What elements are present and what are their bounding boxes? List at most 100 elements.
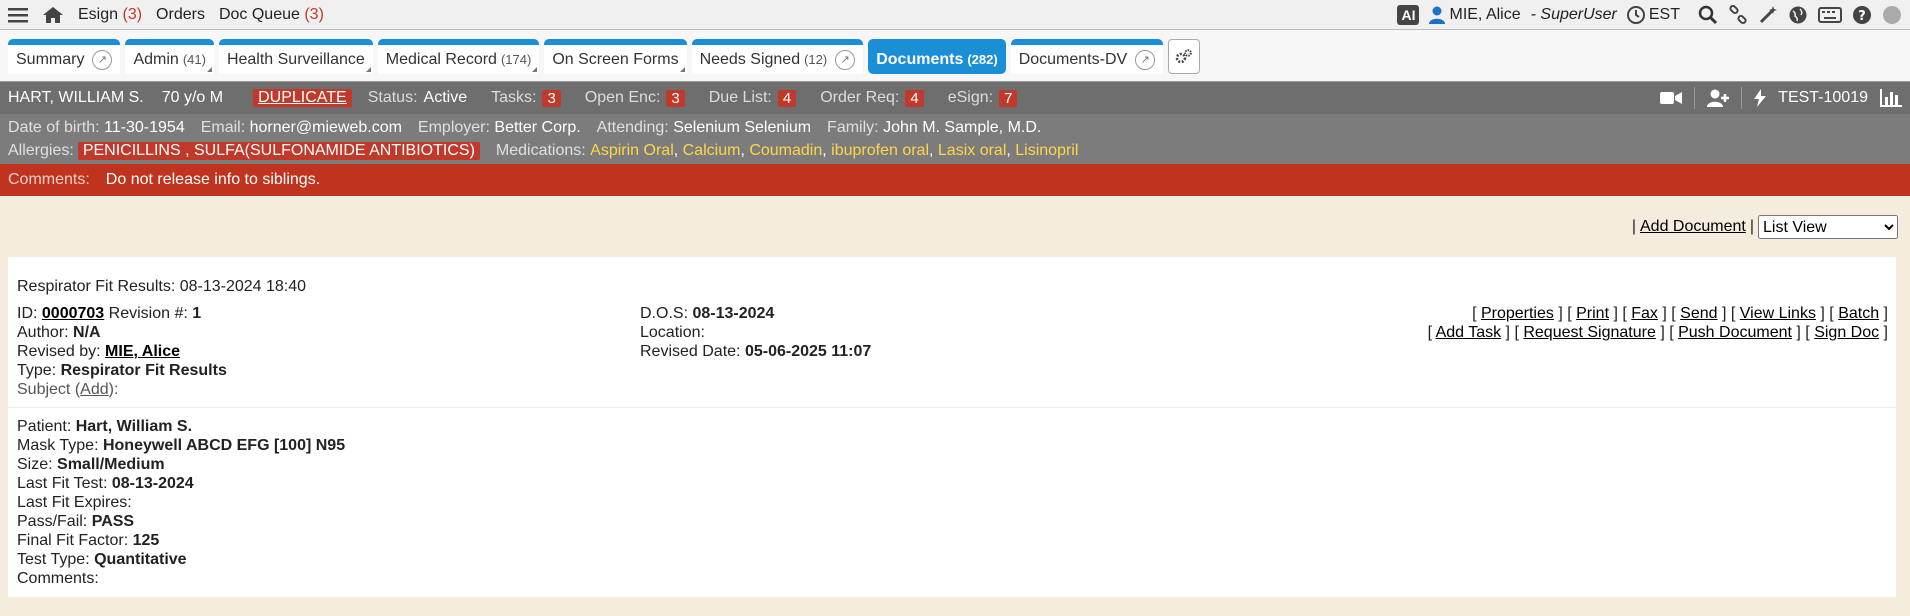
- revised-by-label: Revised by:: [17, 343, 101, 360]
- tab-admin[interactable]: Admin (41): [125, 39, 214, 74]
- email-value[interactable]: horner@mieweb.com: [250, 119, 402, 137]
- fax-link[interactable]: Fax: [1631, 305, 1658, 322]
- tab-medical-record[interactable]: Medical Record (174): [377, 39, 540, 74]
- revision-label: Revision #:: [108, 305, 188, 322]
- detail-label: Comments:: [17, 570, 99, 587]
- order-req-label: Order Req:: [820, 89, 900, 106]
- detail-label: Pass/Fail:: [17, 513, 88, 530]
- dob-value: 11-30-1954: [104, 118, 185, 136]
- tab-count: (41): [182, 52, 206, 67]
- detail-row: Comments:: [17, 569, 345, 588]
- popout-icon[interactable]: ↗: [835, 49, 856, 70]
- sign-doc-link[interactable]: Sign Doc: [1814, 324, 1879, 341]
- send-link[interactable]: Send: [1680, 305, 1717, 322]
- document-links: [ Properties ] [ Print ] [ Fax ] [ Send …: [1427, 305, 1888, 341]
- hamburger-menu-icon[interactable]: [8, 7, 28, 23]
- tab-documents-dv[interactable]: Documents-DV ↗: [1010, 39, 1164, 74]
- link-icon[interactable]: [1728, 4, 1748, 25]
- demographics-row: Date of birth: 11-30-1954 Email: horner@…: [8, 116, 1902, 139]
- doc-queue-link[interactable]: Doc Queue (3): [219, 6, 324, 24]
- popout-icon[interactable]: ↗: [1135, 49, 1156, 70]
- bar-chart-icon[interactable]: [1880, 89, 1902, 107]
- tab-summary[interactable]: Summary ↗: [8, 39, 121, 74]
- detail-value: 08-13-2024: [111, 475, 194, 492]
- duplicate-badge[interactable]: DUPLICATE: [253, 89, 352, 107]
- pipe-separator: |: [1749, 218, 1754, 235]
- medication-item[interactable]: Coumadin: [749, 142, 822, 160]
- esign-link[interactable]: Esign (3): [78, 6, 142, 24]
- add-user-icon[interactable]: [1707, 89, 1730, 107]
- detail-value: 125: [132, 532, 160, 549]
- doc-queue-count: (3): [304, 5, 324, 23]
- order-req-count-badge[interactable]: 4: [905, 89, 924, 107]
- esign-count: (3): [122, 5, 143, 23]
- request-signature-link[interactable]: Request Signature: [1523, 324, 1656, 341]
- patient-test-id[interactable]: TEST-10019: [1778, 89, 1868, 107]
- medication-item[interactable]: Lisinopril: [1015, 142, 1078, 160]
- open-enc-label: Open Enc:: [584, 89, 661, 106]
- detail-label: Final Fit Factor:: [17, 532, 129, 549]
- detail-label: Last Fit Test:: [17, 475, 108, 492]
- push-document-link[interactable]: Push Document: [1678, 324, 1792, 341]
- medications-label: Medications:: [495, 141, 586, 159]
- globe-icon[interactable]: [1788, 5, 1808, 25]
- tasks-count-badge[interactable]: 3: [542, 89, 561, 107]
- home-icon[interactable]: [42, 6, 64, 24]
- document-meta-left: ID: 0000703 Revision #: 1 Author: N/A Re…: [17, 304, 227, 399]
- timezone-label[interactable]: EST: [1649, 6, 1680, 24]
- medication-item[interactable]: Lasix oral: [938, 142, 1006, 160]
- detail-value: Hart, William S.: [75, 418, 193, 435]
- due-list-count-badge[interactable]: 4: [777, 89, 797, 107]
- allergies-badge[interactable]: PENICILLINS , SULFA(SULFONAMIDE ANTIBIOT…: [77, 141, 480, 160]
- patient-name[interactable]: HART, WILLIAM S.: [8, 89, 144, 107]
- document-card: Respirator Fit Results: 08-13-2024 18:40…: [8, 257, 1896, 597]
- view-links-link[interactable]: View Links: [1740, 305, 1816, 322]
- tasks-label: Tasks:: [491, 89, 537, 106]
- user-icon: [1429, 6, 1446, 24]
- esign-count-badge[interactable]: 7: [999, 89, 1018, 107]
- keyboard-icon[interactable]: [1818, 6, 1842, 23]
- add-task-link[interactable]: Add Task: [1436, 324, 1502, 341]
- ai-button[interactable]: AI: [1397, 4, 1420, 25]
- patient-status: Active: [423, 89, 468, 106]
- search-icon[interactable]: [1698, 5, 1718, 25]
- orders-link[interactable]: Orders: [156, 6, 205, 24]
- medication-item[interactable]: Aspirin Oral: [590, 142, 674, 160]
- popout-icon[interactable]: ↗: [92, 49, 113, 70]
- tab-needs-signed[interactable]: Needs Signed (12) ↗: [691, 39, 864, 74]
- help-icon[interactable]: ?: [1852, 5, 1872, 25]
- patient-comments-bar: Comments: Do not release info to sibling…: [0, 164, 1910, 196]
- properties-link[interactable]: Properties: [1481, 305, 1554, 322]
- print-link[interactable]: Print: [1576, 305, 1609, 322]
- tab-label: Medical Record: [385, 50, 497, 68]
- tab-label: Health Surveillance: [226, 50, 365, 68]
- lightning-icon[interactable]: [1754, 89, 1767, 107]
- chart-tab-bar: Summary ↗ Admin (41) Health Surveillance M…: [0, 30, 1910, 82]
- magic-wand-icon[interactable]: [1758, 5, 1778, 25]
- medication-item[interactable]: ibuprofen oral: [831, 142, 929, 160]
- tab-on-screen-forms[interactable]: On Screen Forms: [544, 39, 687, 74]
- open-enc-count-badge[interactable]: 3: [666, 89, 685, 107]
- medication-item[interactable]: Calcium: [683, 142, 741, 160]
- tab-count: (12): [804, 52, 828, 67]
- view-mode-select[interactable]: List View: [1758, 215, 1898, 239]
- document-id-link[interactable]: 0000703: [42, 305, 104, 322]
- revised-by-link[interactable]: MIE, Alice: [105, 343, 180, 360]
- batch-link[interactable]: Batch: [1838, 305, 1879, 322]
- user-name[interactable]: MIE, Alice: [1449, 6, 1520, 24]
- esign-label: Esign: [78, 5, 119, 23]
- comments-label: Comments:: [8, 171, 90, 188]
- tab-health-surveillance[interactable]: Health Surveillance: [218, 39, 373, 74]
- dob-label: Date of birth:: [8, 118, 100, 136]
- esign-label: eSign:: [947, 89, 994, 106]
- add-document-link[interactable]: Add Document: [1640, 218, 1746, 236]
- detail-value: Honeywell ABCD EFG [100] N95: [102, 437, 346, 454]
- attending-value: Selenium Selenium: [673, 118, 812, 136]
- tab-documents[interactable]: Documents (282): [868, 39, 1006, 74]
- video-camera-icon[interactable]: [1660, 91, 1683, 105]
- subject-add-link[interactable]: Add: [80, 381, 108, 398]
- respirator-fit-details: Patient: Hart, William S. Mask Type: Hon…: [17, 417, 345, 588]
- revised-date-label: Revised Date:: [640, 343, 741, 360]
- author-label: Author:: [17, 324, 69, 341]
- tab-settings-button[interactable]: [1168, 39, 1201, 74]
